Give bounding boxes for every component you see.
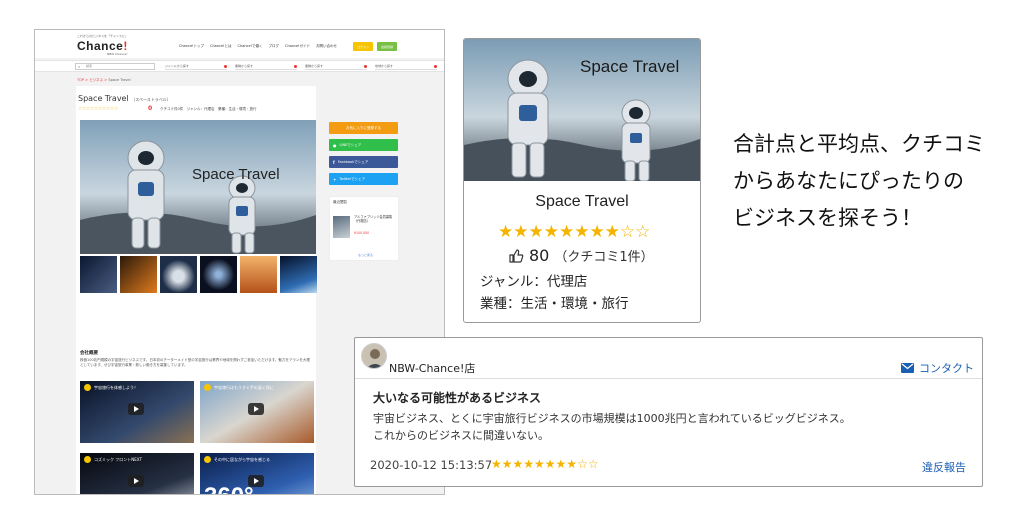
catchphrase: 合計点と平均点、クチコミ からあなたにぴったりの ビジネスを探そう！: [733, 126, 1023, 237]
report-link[interactable]: 違反報告: [922, 459, 966, 475]
dropdown-dot-icon: [434, 65, 437, 68]
catch-line-3: ビジネスを探そう！: [733, 206, 922, 230]
recent-more-link[interactable]: もっと見る: [358, 253, 373, 257]
recent-thumbnail[interactable]: [333, 216, 350, 238]
breadcrumb: TOP > ビジネス > Space Travel: [77, 78, 131, 82]
play-icon[interactable]: [128, 403, 144, 415]
search-icon: ⌕: [78, 64, 81, 69]
site-header: これからのビジネスを「チャンスに」 Chance! NBW Chance! Ch…: [35, 30, 444, 58]
divider: [355, 378, 982, 379]
thumbs-up-icon: [509, 248, 524, 263]
page-title: Space Travel （スペーストラベル）: [78, 94, 171, 103]
recent-title: 最近閲覧: [333, 200, 347, 204]
site-logo[interactable]: Chance!: [77, 39, 128, 53]
review-title: 大いなる可能性があるビジネス: [373, 391, 542, 405]
avatar[interactable]: [361, 343, 387, 369]
section-title: 会社概要: [80, 351, 98, 356]
rating-stars: ☆☆☆☆☆☆☆☆☆☆: [78, 106, 118, 112]
register-button[interactable]: 会員登録: [377, 42, 397, 51]
region-dropdown[interactable]: 地域から探す: [375, 64, 437, 70]
industry-dropdown-2[interactable]: 業種から探す: [305, 64, 367, 70]
site-main-content: Space Travel （スペーストラベル） ☆☆☆☆☆☆☆☆☆☆ 0 クチコ…: [76, 86, 317, 494]
hero-title: Space Travel: [192, 166, 280, 183]
industry-dropdown[interactable]: 業種から探す: [235, 64, 297, 70]
user-photo-icon: [362, 344, 386, 368]
nav-item-top[interactable]: Chance!トップ: [179, 44, 204, 49]
card-industry: 業種：生活・環境・旅行: [480, 296, 629, 312]
channel-avatar: [204, 456, 211, 463]
dropdown-dot-icon: [294, 65, 297, 68]
thumbnail-strip: [80, 256, 317, 293]
nav-item-work[interactable]: Chance!で働く: [238, 44, 263, 49]
card-rating-stars: ★★★★★★★★☆☆: [498, 222, 651, 242]
rating-score: 0: [148, 105, 153, 112]
mail-icon: [901, 363, 914, 373]
search-input[interactable]: ⌕ 検索: [75, 63, 155, 70]
thumbnail[interactable]: [80, 256, 117, 293]
section-description: 株価100兆円規模の宇宙旅行ビジネスです。日本初のチーターメイド型の宇宙旅行は業…: [80, 358, 310, 367]
video-thumbnail[interactable]: 宇宙旅行を体感しよう！: [80, 381, 194, 443]
logo-tagline: これからのビジネスを「チャンスに」: [77, 34, 128, 38]
dropdown-dot-icon: [224, 65, 227, 68]
play-icon[interactable]: [248, 475, 264, 487]
breadcrumb-current: Space Travel: [108, 78, 131, 82]
login-button[interactable]: ログイン: [353, 42, 373, 51]
channel-avatar: [84, 456, 91, 463]
thumbnail[interactable]: [160, 256, 197, 293]
video-360-label: 360°: [204, 483, 254, 494]
video-thumbnail[interactable]: 宇宙旅行はもうすぐ手の届く所に: [200, 381, 314, 443]
favorite-button[interactable]: お気に入りに登録する: [329, 122, 398, 134]
nav-item-blog[interactable]: ブログ: [269, 44, 280, 49]
thumbnail[interactable]: [120, 256, 157, 293]
channel-avatar: [84, 384, 91, 391]
line-icon: ●: [333, 142, 337, 148]
thumbnail[interactable]: [240, 256, 277, 293]
twitter-icon: ✦: [333, 176, 337, 182]
facebook-share-button[interactable]: f Facebookでシェア: [329, 156, 398, 168]
card-review-count: （クチコミ1件）: [554, 250, 654, 265]
thumbnail[interactable]: [280, 256, 317, 293]
video-thumbnail[interactable]: その中に居ながら宇宙を感じる 360°: [200, 453, 314, 494]
card-score: 80: [529, 246, 550, 265]
review-rating-stars: ★★★★★★★★☆☆: [491, 457, 599, 471]
video-thumbnail[interactable]: コズミック フロントNEXT: [80, 453, 194, 494]
catch-line-1: 合計点と平均点、クチコミ: [733, 132, 985, 156]
play-icon[interactable]: [248, 403, 264, 415]
contact-label: コンタクト: [919, 362, 974, 375]
card-image-title: Space Travel: [580, 57, 680, 76]
dropdown-dot-icon: [364, 65, 367, 68]
card-title[interactable]: Space Travel: [464, 193, 700, 211]
business-card[interactable]: Space Travel Space Travel ★★★★★★★★☆☆ 80 …: [463, 38, 701, 323]
genre-dropdown[interactable]: ジャンルから探す: [165, 64, 227, 70]
logo-sub: NBW Chance!: [107, 52, 128, 56]
contact-button[interactable]: コンタクト: [901, 360, 974, 376]
hero-image[interactable]: [80, 120, 316, 254]
card-genre: ジャンル：代理店: [480, 274, 588, 290]
review-date: 2020-10-12 15:13:57: [370, 458, 493, 472]
channel-avatar: [204, 384, 211, 391]
recently-viewed: 最近閲覧 アルファブリッジ会員募集（代理店） ¥100,000 もっと見る: [329, 196, 399, 261]
nav-item-contact[interactable]: お問い合わせ: [316, 44, 337, 49]
recent-item-price: ¥100,000: [354, 231, 370, 235]
play-icon[interactable]: [128, 475, 144, 487]
breadcrumb-home[interactable]: TOP: [77, 78, 84, 82]
breadcrumb-category[interactable]: ビジネス: [89, 78, 103, 82]
facebook-icon: f: [333, 159, 335, 165]
nav-item-guide[interactable]: Chance!ガイド: [285, 44, 310, 49]
reviewer-name[interactable]: NBW-Chance!店: [389, 360, 475, 376]
nav-item-about[interactable]: Chance!とは: [210, 44, 232, 49]
review-card: NBW-Chance!店 コンタクト 大いなる可能性があるビジネス 宇宙ビジネス…: [354, 337, 983, 487]
catch-line-2: からあなたにぴったりの: [733, 169, 964, 193]
search-bar: ⌕ 検索 ジャンルから探す 業種から探す 業種から探す 地域から探す: [35, 60, 444, 72]
card-score-row: 80 （クチコミ1件）: [508, 246, 654, 265]
global-nav: Chance!トップ Chance!とは Chance!で働く ブログ Chan…: [179, 44, 337, 49]
business-meta: クチコミ件0件 ジャンル：代理店 業種：生活・環境・旅行: [160, 107, 257, 111]
thumbnail[interactable]: [200, 256, 237, 293]
line-share-button[interactable]: ● LINEでシェア: [329, 139, 398, 151]
review-body: 宇宙ビジネス、とくに宇宙旅行ビジネスの市場規模は1000兆円と言われているビッグ…: [373, 412, 851, 442]
recent-item-name[interactable]: アルファブリッジ会員募集（代理店）: [354, 215, 396, 223]
twitter-share-button[interactable]: ✦ Twitterでシェア: [329, 173, 398, 185]
